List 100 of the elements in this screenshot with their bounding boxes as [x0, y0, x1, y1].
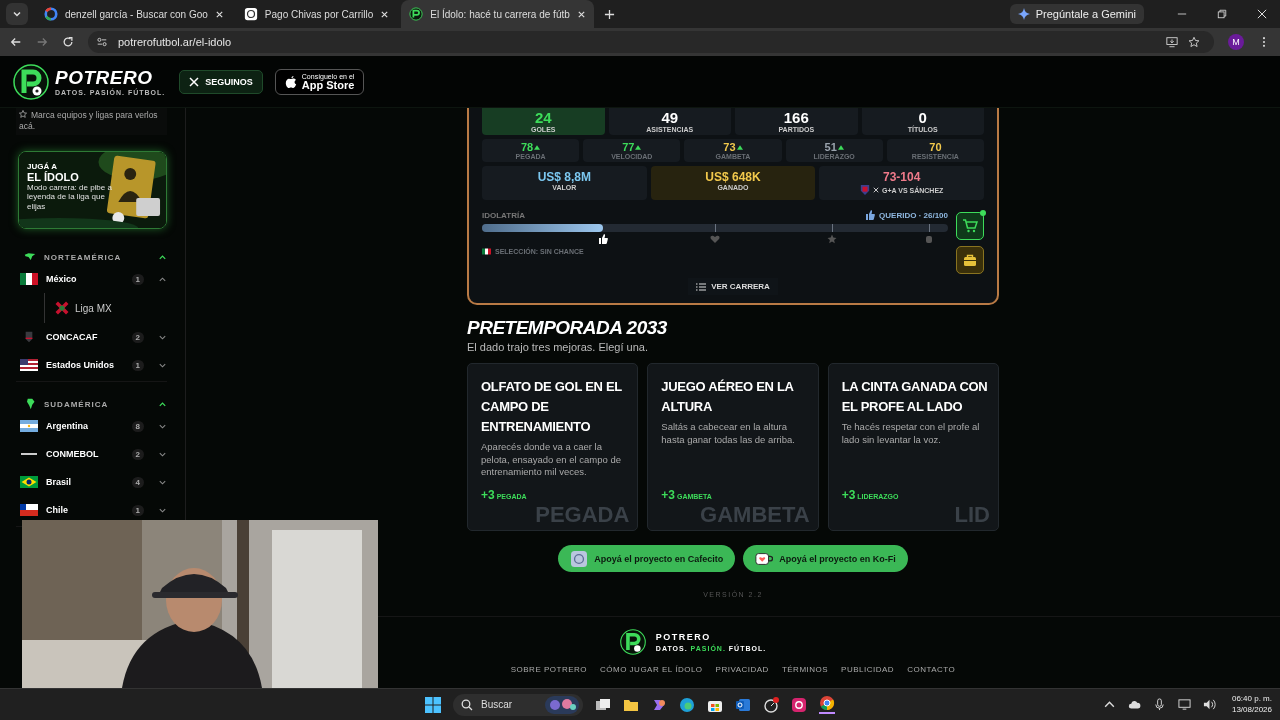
promo-card[interactable]: JUGÁ A EL ÍDOLO Modo carrera: de pibe a leyenda de la liga que elijas: [18, 151, 167, 230]
x-logo-icon: [189, 76, 200, 87]
close-icon[interactable]: [576, 9, 586, 19]
up-arrow-icon: [534, 144, 541, 150]
clock-app-icon[interactable]: [763, 696, 779, 713]
potrero-logo-icon[interactable]: [619, 629, 646, 655]
site-logo-text[interactable]: POTRERO: [55, 67, 166, 89]
idolatry-status: QUERIDO · 26/100: [865, 210, 948, 220]
league-item[interactable]: Liga MX: [44, 293, 167, 324]
taskbar-clock[interactable]: 06:40 p. m. 13/08/2026: [1231, 694, 1272, 715]
edge-icon[interactable]: [679, 696, 695, 713]
career-button[interactable]: VER CARRERA: [688, 278, 778, 295]
site-settings-icon[interactable]: [96, 36, 108, 48]
url-text: potrerofutbol.ar/el-idolo: [118, 36, 232, 48]
potrero-logo-icon: [409, 7, 424, 21]
footer-link[interactable]: SOBRE POTRERO: [510, 665, 587, 674]
versus-icon: [872, 187, 879, 193]
sidebar-item[interactable]: CONMEBOL 2: [20, 440, 167, 469]
sidebar-item[interactable]: CONCACAF 2: [20, 323, 167, 352]
new-tab-icon[interactable]: [603, 8, 615, 20]
idolatry-label: IDOLATRÍA: [482, 210, 525, 220]
flag-icon: [482, 248, 491, 255]
task-view-icon[interactable]: [595, 696, 611, 713]
briefcase-icon: [963, 253, 977, 267]
microphone-icon[interactable]: [1152, 698, 1166, 711]
chevron-icon[interactable]: [158, 252, 167, 262]
footer-link[interactable]: PUBLICIDAD: [841, 665, 895, 674]
count-badge: 1: [131, 273, 144, 285]
bookmark-star-icon[interactable]: [1188, 36, 1200, 48]
restore-icon[interactable]: [1217, 9, 1227, 19]
continent-icon: [24, 398, 36, 411]
close-icon[interactable]: [380, 9, 390, 19]
network-icon[interactable]: [1177, 698, 1191, 711]
promo-title: EL ÍDOLO: [27, 171, 80, 184]
gemini-button[interactable]: Pregúntale a Gemini: [1009, 4, 1144, 24]
forward-icon[interactable]: [36, 36, 48, 48]
address-bar[interactable]: potrerofutbol.ar/el-idolo: [88, 31, 1214, 53]
sidebar-item[interactable]: Chile 1: [20, 496, 167, 525]
mug-icon: [755, 550, 774, 567]
tab-search-button[interactable]: [6, 3, 28, 25]
footer-link[interactable]: CÓMO JUGAR EL ÍDOLO: [600, 665, 703, 674]
profile-avatar[interactable]: M: [1228, 34, 1244, 50]
browser-tab[interactable]: Pago Chivas por Carrillo: [235, 0, 398, 28]
region-header[interactable]: NORTEAMÉRICA: [24, 249, 167, 266]
chrome-icon[interactable]: [819, 695, 835, 714]
count-badge: 2: [131, 331, 144, 343]
sidebar-item[interactable]: Argentina 8: [20, 412, 167, 441]
cart-icon: [962, 219, 978, 233]
instagram-icon[interactable]: [791, 696, 807, 713]
count-badge: 4: [131, 476, 144, 488]
card-title: LA CINTA GANADA CON EL PROFE AL LADO: [841, 378, 989, 417]
potrero-logo-icon[interactable]: [13, 63, 49, 100]
promo-text: Modo carrera: de pibe a leyenda de la liga que elijas: [27, 183, 113, 211]
count-badge: 2: [131, 448, 144, 460]
install-app-icon[interactable]: [1166, 36, 1178, 48]
volume-icon[interactable]: [1202, 698, 1216, 711]
browser-tab[interactable]: El Ídolo: hacé tu carrera de fútb: [401, 0, 594, 28]
google-icon: [44, 7, 58, 21]
shop-button[interactable]: [956, 212, 984, 240]
card-text: Aparecés donde va a caer la pelota, ensayado en el campo de entrenamiento mil veces.: [481, 441, 622, 479]
footer-brand: POTRERO: [655, 632, 712, 642]
support-button[interactable]: Apoyá el proyecto en Ko-Fi: [743, 545, 908, 572]
sidebar-item[interactable]: México 1: [20, 265, 167, 294]
promo-kicker: JUGÁ A: [27, 162, 57, 172]
back-icon[interactable]: [10, 36, 22, 48]
flag-icon: [20, 359, 38, 372]
chevron-icon[interactable]: [158, 274, 167, 284]
card-title: JUEGO AÉREO EN LA ALTURA: [661, 378, 795, 417]
chevron-icon[interactable]: [158, 399, 167, 409]
thumbs-up-icon: [865, 210, 876, 220]
region-header[interactable]: SUDAMÉRICA: [24, 396, 167, 413]
apple-icon: [284, 74, 297, 89]
card-text: Te hacés respetar con el profe al lado sin levantar la voz.: [841, 421, 981, 446]
footer-link[interactable]: CONTACTO: [907, 665, 956, 674]
sidebar-item[interactable]: Estados Unidos 1: [20, 351, 167, 380]
footer-link[interactable]: PRIVACIDAD: [715, 665, 769, 674]
flag-icon: [20, 476, 38, 489]
footer-link[interactable]: TÉRMINOS: [781, 665, 829, 674]
reload-icon[interactable]: [62, 36, 74, 48]
browser-tab[interactable]: denzell garcía - Buscar con Goo: [36, 0, 232, 28]
support-button[interactable]: Apoyá el proyecto en Cafecito: [558, 545, 736, 572]
up-arrow-icon: [635, 144, 642, 150]
close-icon[interactable]: [214, 9, 224, 19]
star-icon: [19, 110, 27, 118]
card-text: Saltás a cabecear en la altura hasta ganar todas las de arriba.: [661, 421, 796, 446]
bag-button[interactable]: [956, 246, 984, 274]
sidebar-item[interactable]: Brasil 4: [20, 468, 167, 497]
count-badge: 1: [131, 504, 144, 516]
cloud-icon[interactable]: [1127, 698, 1141, 711]
cup-icon: [570, 550, 589, 567]
close-icon[interactable]: [1257, 9, 1267, 19]
chevron-icon: [12, 9, 22, 19]
taskbar-search[interactable]: Buscar: [453, 693, 583, 716]
start-icon[interactable]: [425, 696, 441, 713]
mail-icon[interactable]: [735, 696, 751, 713]
follow-button[interactable]: SEGUINOS: [179, 69, 263, 94]
flag-icon: [20, 273, 38, 286]
club-crest-icon: [859, 184, 870, 196]
section-title: PRETEMPORADA 2033: [467, 317, 668, 339]
sidebar-hint: Marca equipos y ligas para verlos acá.: [16, 108, 167, 136]
